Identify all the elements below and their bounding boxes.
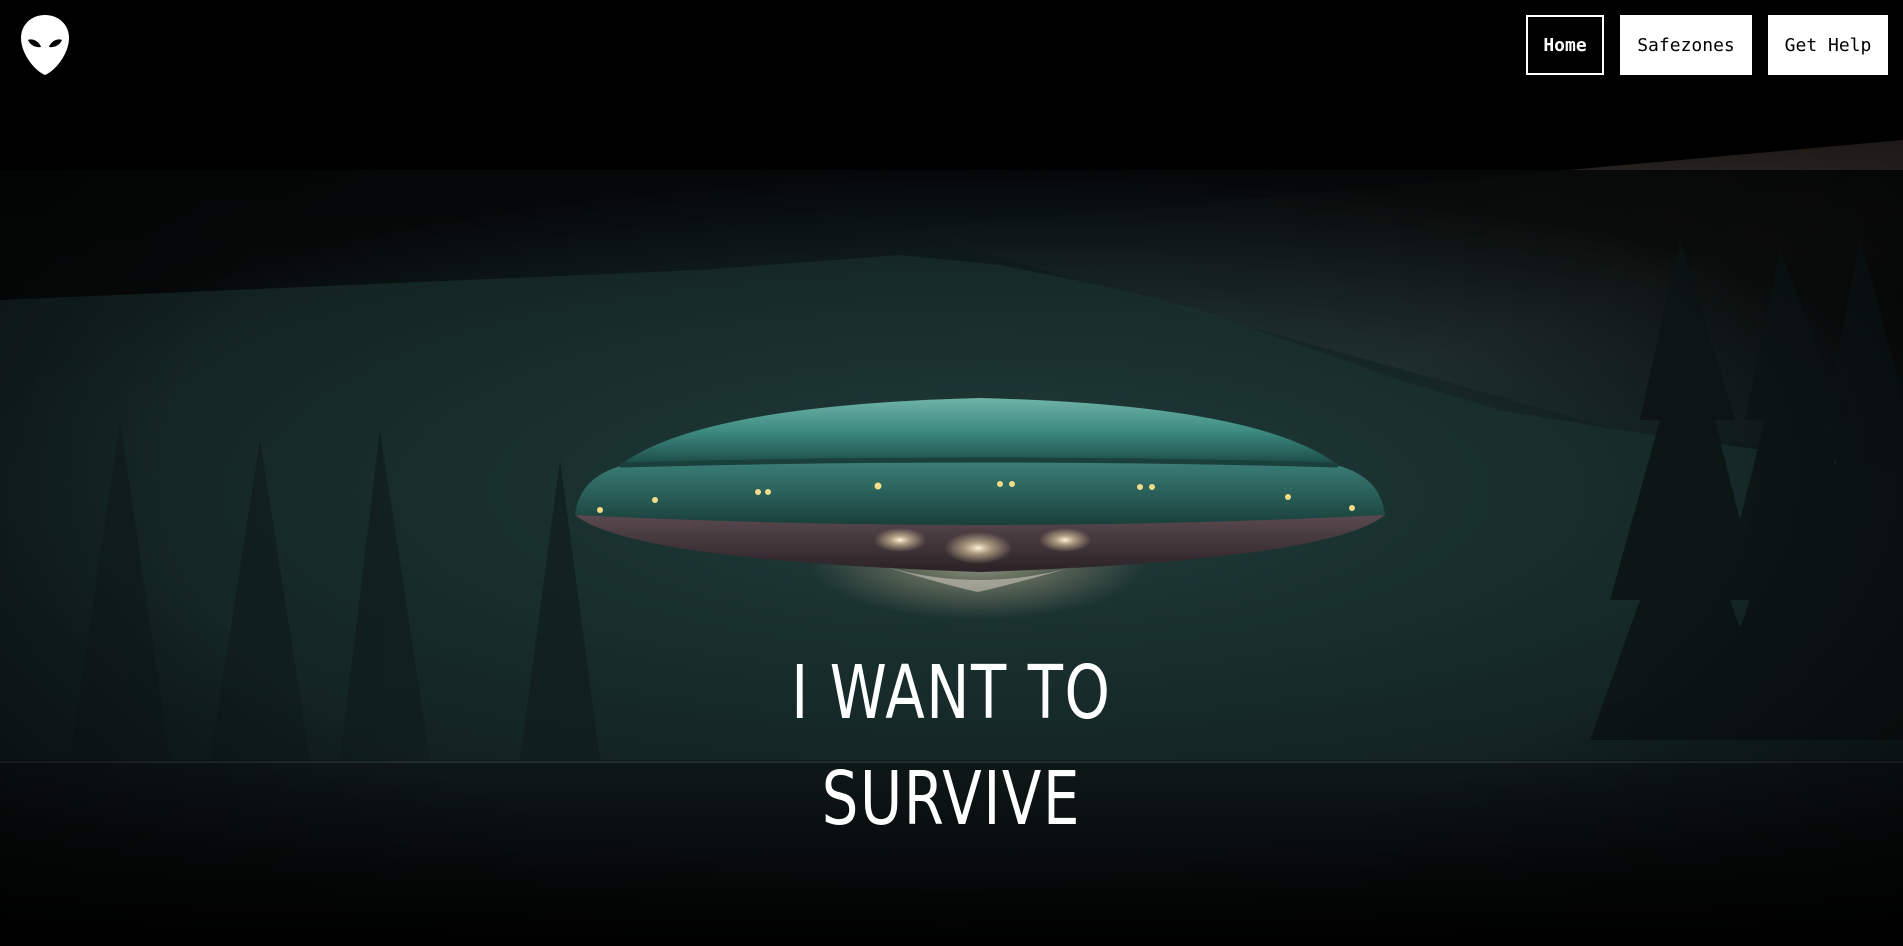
hero-headline: I WANT TO SURVIVE (209, 640, 1693, 852)
alien-head-icon[interactable] (20, 14, 70, 76)
nav-home-button[interactable]: Home (1526, 15, 1604, 75)
top-navbar: Home Safezones Get Help (0, 0, 1903, 100)
hero-headline-line-2: SURVIVE (821, 756, 1082, 842)
nav-get-help-button[interactable]: Get Help (1768, 15, 1888, 75)
hero-headline-line-1: I WANT TO (791, 650, 1112, 736)
nav-safezones-button[interactable]: Safezones (1620, 15, 1752, 75)
landing-page: Home Safezones Get Help I WANT TO SURVIV… (0, 0, 1903, 946)
main-navigation: Home Safezones Get Help (1526, 15, 1888, 75)
